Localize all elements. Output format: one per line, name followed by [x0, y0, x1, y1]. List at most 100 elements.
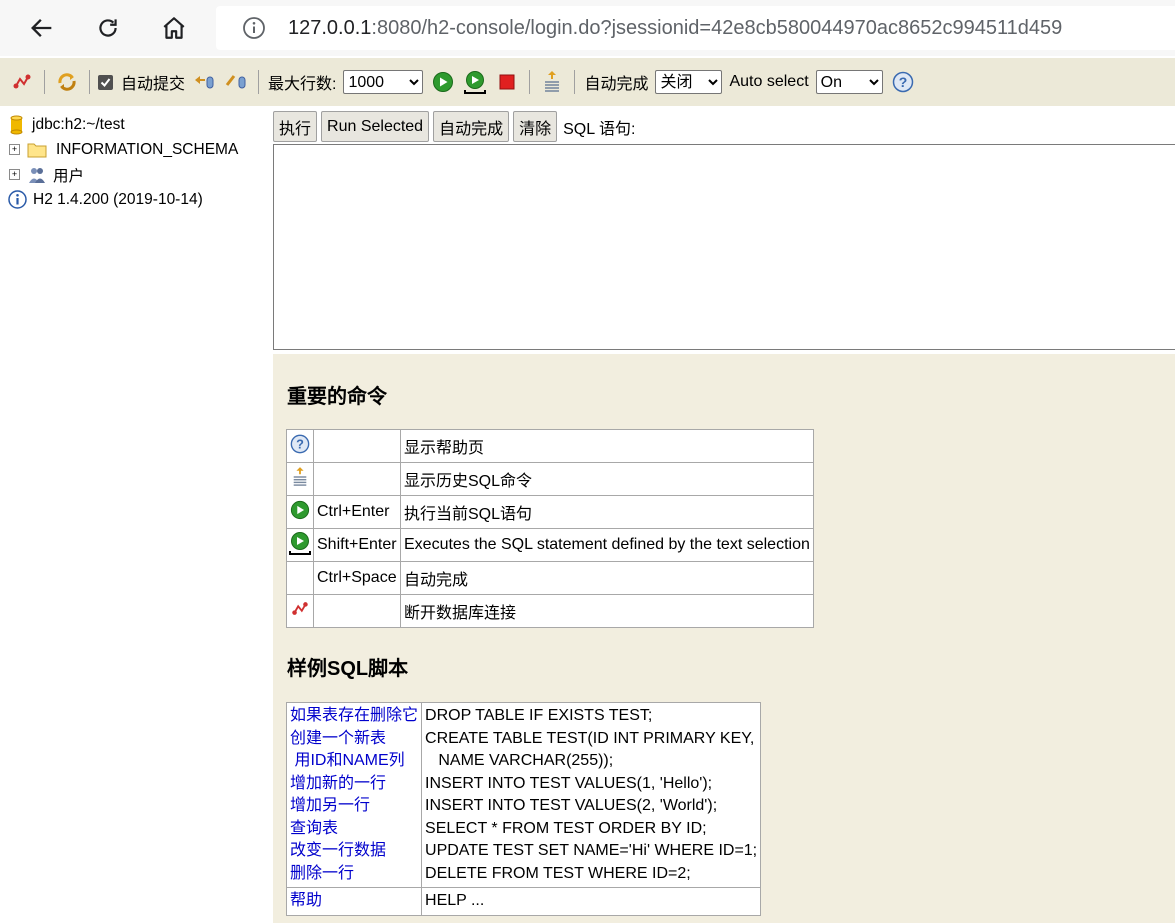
sample-link[interactable]: 用ID和NAME列 [290, 750, 418, 773]
rollback-icon[interactable] [192, 70, 216, 94]
schema-label: INFORMATION_SCHEMA [56, 140, 239, 158]
run-icon[interactable] [286, 495, 314, 529]
home-icon [163, 17, 185, 39]
toolbar-separator [89, 70, 90, 94]
sample-code-line: DROP TABLE IF EXISTS TEST; [425, 707, 653, 724]
site-info-icon[interactable] [242, 16, 266, 40]
table-row: 显示历史SQL命令 [286, 462, 814, 496]
reload-icon [99, 19, 117, 37]
run-selected-button[interactable]: Run Selected [321, 111, 430, 142]
tree-connection[interactable]: jdbc:h2:~/test [0, 112, 272, 137]
history-icon[interactable] [286, 462, 314, 496]
toolbar-separator [574, 70, 576, 94]
autoselect-select[interactable]: On [815, 70, 883, 94]
help-link[interactable]: 帮助 [290, 890, 418, 913]
sample-link[interactable]: 增加新的一行 [290, 773, 418, 796]
shortcut-cell [313, 594, 401, 628]
max-rows-select[interactable]: 1000 [343, 70, 424, 94]
disconnect-icon[interactable] [10, 70, 34, 94]
svg-text:?: ? [898, 74, 907, 90]
folder-icon [27, 142, 47, 158]
run-icon[interactable] [431, 70, 455, 94]
shortcut-cell: Ctrl+Enter [313, 495, 401, 529]
sample-code-line: DELETE FROM TEST WHERE ID=2; [425, 864, 691, 882]
shortcut-cell: Ctrl+Space [313, 561, 401, 595]
svg-text:?: ? [296, 436, 304, 451]
stop-icon[interactable] [495, 70, 519, 94]
url-host: 127.0.0.1 [288, 16, 372, 39]
important-commands-title: 重要的命令 [287, 386, 387, 408]
run-selected-icon[interactable] [463, 70, 487, 94]
browser-chrome: 127.0.0.1:8080/h2-console/login.do?jsess… [0, 0, 1175, 56]
sample-code-cell: DROP TABLE IF EXISTS TEST; CREATE TABLE … [421, 702, 762, 888]
sample-code-line: SELECT * FROM TEST ORDER BY ID; [425, 819, 707, 837]
expand-icon[interactable]: + [9, 144, 20, 155]
sample-link[interactable]: 删除一行 [290, 863, 418, 886]
sample-code-line: INSERT INTO TEST VALUES(2, 'World'); [425, 797, 718, 814]
table-row: Shift+Enter Executes the SQL statement d… [286, 528, 814, 562]
back-arrow-icon [31, 19, 52, 37]
shortcut-cell: Shift+Enter [313, 528, 401, 562]
clear-button[interactable]: 清除 [513, 111, 558, 142]
autocommit-label: 自动提交 [121, 76, 186, 93]
users-label: 用户 [53, 167, 85, 185]
table-row: 如果表存在删除它 创建一个新表 用ID和NAME列 增加新的一行 增加另一行 查… [285, 702, 762, 888]
address-bar[interactable]: 127.0.0.1:8080/h2-console/login.do?jsess… [216, 6, 1175, 50]
sample-code-line: CREATE TABLE TEST(ID INT PRIMARY KEY, [425, 729, 755, 747]
table-row: 帮助 HELP ... [285, 887, 762, 916]
max-rows-label: 最大行数: [268, 76, 337, 93]
autocomplete-select[interactable]: 关闭 [655, 70, 723, 94]
command-description: Executes the SQL statement defined by th… [400, 528, 814, 562]
h2-toolbar: 自动提交 最大行数: 1000 自动完成 关闭 Auto select On ? [0, 58, 1175, 106]
tree-version: H2 1.4.200 (2019-10-14) [0, 187, 272, 212]
table-row: ? 显示帮助页 [286, 429, 814, 463]
sql-editor[interactable] [273, 144, 1175, 350]
autoselect-label: Auto select [729, 73, 809, 90]
toolbar-separator [258, 70, 260, 94]
info-icon [8, 190, 27, 209]
sample-link[interactable]: 增加另一行 [290, 795, 418, 818]
command-description: 自动完成 [400, 561, 814, 595]
sample-link[interactable]: 查询表 [290, 818, 418, 841]
execute-button[interactable]: 执行 [273, 111, 318, 142]
run-selected-icon[interactable] [286, 528, 314, 562]
sample-sql-title: 样例SQL脚本 [287, 658, 409, 680]
reload-button[interactable] [86, 6, 130, 50]
help-icon[interactable]: ? [286, 429, 314, 463]
help-panel: 重要的命令 ? 显示帮助页 显示历史SQL命令 Ctrl+Enter 执行当前S… [273, 354, 1175, 923]
sample-link[interactable]: 如果表存在删除它 [290, 705, 418, 728]
sample-code-line: UPDATE TEST SET NAME='Hi' WHERE ID=1; [425, 842, 758, 859]
shortcut-cell [313, 429, 401, 463]
disconnect-icon[interactable] [286, 594, 314, 628]
table-row: Ctrl+Space 自动完成 [286, 561, 814, 595]
help-icon[interactable]: ? [891, 70, 915, 94]
sample-labels-cell: 如果表存在删除它 创建一个新表 用ID和NAME列 增加新的一行 增加另一行 查… [285, 702, 423, 888]
version-label: H2 1.4.200 (2019-10-14) [33, 190, 203, 208]
home-button[interactable] [152, 6, 196, 50]
refresh-icon[interactable] [55, 70, 79, 94]
empty-icon-cell [286, 561, 314, 595]
tree-schema[interactable]: + INFORMATION_SCHEMA [0, 137, 272, 162]
commit-icon[interactable] [224, 70, 248, 94]
sample-link[interactable]: 改变一行数据 [290, 840, 418, 863]
autocommit-checkbox[interactable] [98, 74, 113, 90]
sample-link[interactable]: 创建一个新表 [290, 728, 418, 751]
back-button[interactable] [20, 6, 64, 50]
expand-icon[interactable]: + [9, 169, 20, 180]
command-description: 显示历史SQL命令 [400, 462, 814, 496]
sql-toolbar: 执行 Run Selected 自动完成 清除 SQL 语句: [273, 110, 635, 143]
history-icon[interactable] [540, 70, 564, 94]
toolbar-separator [44, 70, 45, 94]
users-icon [27, 165, 47, 185]
tree-users[interactable]: + 用户 [0, 162, 272, 187]
table-row: Ctrl+Enter 执行当前SQL语句 [286, 495, 814, 529]
table-row: 断开数据库连接 [286, 594, 814, 628]
database-icon [10, 115, 23, 135]
help-code-cell: HELP ... [421, 887, 762, 916]
shortcut-cell [313, 462, 401, 496]
autocomplete-label: 自动完成 [584, 76, 649, 93]
url-path: :8080/h2-console/login.do?jsessionid=42e… [371, 16, 1063, 39]
sample-code-line: INSERT INTO TEST VALUES(1, 'Hello'); [425, 774, 713, 792]
autocomplete-button[interactable]: 自动完成 [433, 111, 510, 142]
commands-table: ? 显示帮助页 显示历史SQL命令 Ctrl+Enter 执行当前SQL语句 S… [286, 429, 814, 628]
